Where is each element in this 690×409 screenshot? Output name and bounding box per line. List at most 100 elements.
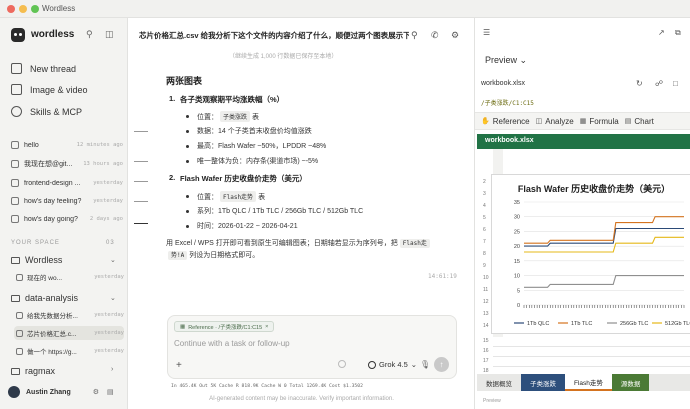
folder-thread-item[interactable]: 做一个 https://g... yesterday <box>14 344 124 358</box>
history-time: 12 minutes ago <box>76 142 123 148</box>
sheet-tabs: 数据概览 子类涨跌 Flash走势 源数据 <box>477 374 690 391</box>
settings-icon[interactable]: ⚙ <box>451 30 459 41</box>
sidebar: wordless ⚲ ◫ New thread Image & video Sk… <box>0 18 128 409</box>
history-title: hello <box>24 141 39 149</box>
bullet-item: 数据：14 个子类首末收盘价均值涨跌 <box>186 126 312 136</box>
zoom-window-button[interactable] <box>31 5 39 13</box>
row-header: 16 <box>483 348 489 354</box>
collapse-sidebar-icon[interactable]: ◫ <box>105 29 114 40</box>
phone-icon[interactable]: ✆ <box>431 30 439 41</box>
chart-button[interactable]: ▤ Chart <box>625 117 654 126</box>
folder-thread-item[interactable]: 给我先数据分析... yesterday <box>14 308 124 322</box>
loading-spinner-icon <box>338 360 346 368</box>
folder-ragmax[interactable]: ragmax <box>11 366 55 376</box>
table-icon: ▦ <box>180 323 186 330</box>
chat-icon <box>11 197 19 205</box>
composer-input[interactable]: Continue with a task or follow-up <box>174 339 290 348</box>
grid-lines-lower <box>493 337 690 374</box>
history-item[interactable]: frontend-design ... yesterday <box>11 176 123 190</box>
reference-chip[interactable]: ▦ Reference · /子类涨跌/C1:C15 × <box>174 321 275 332</box>
expand-icon[interactable]: ⧉ <box>675 28 681 38</box>
folder-name: Wordless <box>25 255 63 265</box>
chevron-down-icon[interactable]: ⌄ <box>110 256 116 264</box>
thread-time: yesterday <box>94 330 124 336</box>
thread-title: 给我先数据分析... <box>27 313 78 320</box>
bullet-item: 最高：Flash Wafer ~50%，LPDDR ~48% <box>186 141 326 151</box>
space-count: 03 <box>106 240 115 246</box>
menu-icon[interactable]: ☰ <box>483 28 490 37</box>
history-title: how's day going? <box>24 215 78 223</box>
close-window-button[interactable] <box>7 5 15 13</box>
legend-label: 512Gb TLC <box>665 321 690 327</box>
history-item[interactable]: 我现在想@git... 13 hours ago <box>11 157 123 171</box>
response-paragraph: 用 Excel / WPS 打开即可看到原生可编辑图表；日期轴若显示为序列号，把… <box>166 238 436 262</box>
chart-icon: ▤ <box>624 118 632 125</box>
analyze-button[interactable]: ◫ Analyze <box>536 117 574 126</box>
x-axis-ticks <box>523 305 685 308</box>
folder-icon[interactable]: □ <box>673 79 678 88</box>
analyze-icon: ◫ <box>535 118 543 125</box>
sheet-tab-source[interactable]: 源数据 <box>611 374 650 391</box>
spreadsheet-grid[interactable]: 2 3 4 5 6 7 8 9 10 11 12 13 14 Flash Wafer 历史收盘价走势（美… <box>477 149 690 374</box>
flash-wafer-chart[interactable]: Flash Wafer 历史收盘价走势（美元） 0 5 10 15 20 25 30 35 1… <box>491 174 690 334</box>
send-button[interactable]: ↑ <box>434 357 449 372</box>
y-tick-label: 15 <box>514 259 520 265</box>
sheet-tab-subcategory[interactable]: 子类涨跌 <box>521 374 565 391</box>
scroll-marker[interactable] <box>134 131 148 133</box>
panel-toggle-icon[interactable]: ▤ <box>107 388 114 396</box>
model-icon <box>368 360 376 369</box>
chevron-down-icon: ⌄ <box>410 360 418 369</box>
settings-gear-icon[interactable]: ⚙ <box>93 388 99 396</box>
reference-button[interactable]: ✋ Reference <box>481 117 530 126</box>
conversation-title: 芯片价格汇总.csv 给我分析下这个文件的内容介绍了什么，顺便过两个图表展示下数… <box>139 31 409 40</box>
window-title: Wordless <box>42 4 76 13</box>
skills-mcp-button[interactable]: Skills & MCP <box>11 106 82 117</box>
folder-wordless[interactable]: Wordless <box>11 255 62 265</box>
ribbon-label: Analyze <box>545 116 574 126</box>
bullet-item: 位置： 子类涨跌表 <box>186 111 259 122</box>
scroll-marker-active[interactable] <box>134 223 148 225</box>
bullet-item: 位置： Flash走势表 <box>186 191 265 202</box>
minimize-window-button[interactable] <box>19 5 27 13</box>
history-item[interactable]: how's day feeling? yesterday <box>11 194 123 208</box>
title-bar: Wordless <box>0 0 690 18</box>
legend-label: 1Tb TLC <box>571 321 592 327</box>
thread-time: yesterday <box>94 274 124 280</box>
formula-button[interactable]: ▦ Formula <box>580 117 619 126</box>
truncated-message-line: （继续生成 1,000 行数据已保存至本地） <box>229 54 338 60</box>
new-thread-button[interactable]: New thread <box>11 63 76 74</box>
sheet-tab-overview[interactable]: 数据概览 <box>477 374 521 391</box>
history-item[interactable]: how's day going? 2 days ago <box>11 212 123 226</box>
y-tick-label: 30 <box>514 215 520 221</box>
image-video-button[interactable]: Image & video <box>11 84 88 95</box>
search-icon[interactable]: ⚲ <box>86 29 93 40</box>
chevron-right-icon[interactable]: › <box>111 366 113 373</box>
chevron-down-icon[interactable]: ⌄ <box>110 294 116 302</box>
sheet-tab-flash-active[interactable]: Flash走势 <box>565 374 612 391</box>
add-attachment-button[interactable]: + <box>176 360 182 371</box>
folder-thread-item[interactable]: 现在的 wo... yesterday <box>14 270 124 284</box>
history-title: frontend-design ... <box>24 179 81 187</box>
scroll-marker[interactable] <box>134 201 148 203</box>
history-item[interactable]: hello 12 minutes ago <box>11 138 123 152</box>
search-icon[interactable]: ⚲ <box>411 30 418 41</box>
refresh-icon[interactable]: ↻ <box>636 79 643 88</box>
y-axis-ticks: 0 5 10 15 20 25 30 35 <box>514 200 520 309</box>
open-external-icon[interactable]: ↗ <box>658 28 665 37</box>
link-icon[interactable]: ☍ <box>655 79 663 88</box>
folder-data-analysis[interactable]: data-analysis <box>11 293 78 303</box>
scroll-marker[interactable] <box>134 161 148 163</box>
reference-chip-label: Reference · /子类涨跌/C1:C15 <box>188 324 263 331</box>
folder-thread-item-active[interactable]: 芯片价格汇总.c... yesterday <box>14 326 124 340</box>
preview-panel: ☰ ↗ ⧉ Preview ⌄ workbook.xlsx ↻ ☍ □ /子类涨… <box>474 18 690 409</box>
legend-label: 1Tb QLC <box>527 321 549 327</box>
brand-name: wordless <box>31 29 75 40</box>
view-mode-select[interactable]: Preview ⌄ <box>485 55 527 66</box>
model-name: Grok 4.5 <box>379 360 408 369</box>
user-profile[interactable]: Austin Zhang ⚙ ▤ <box>8 384 122 400</box>
close-icon[interactable]: × <box>265 324 268 330</box>
model-selector[interactable]: Grok 4.5 ⌄ <box>368 360 417 369</box>
microphone-icon[interactable]: 🎙 <box>420 360 430 369</box>
scroll-marker[interactable] <box>134 181 148 183</box>
chat-icon <box>16 329 23 337</box>
